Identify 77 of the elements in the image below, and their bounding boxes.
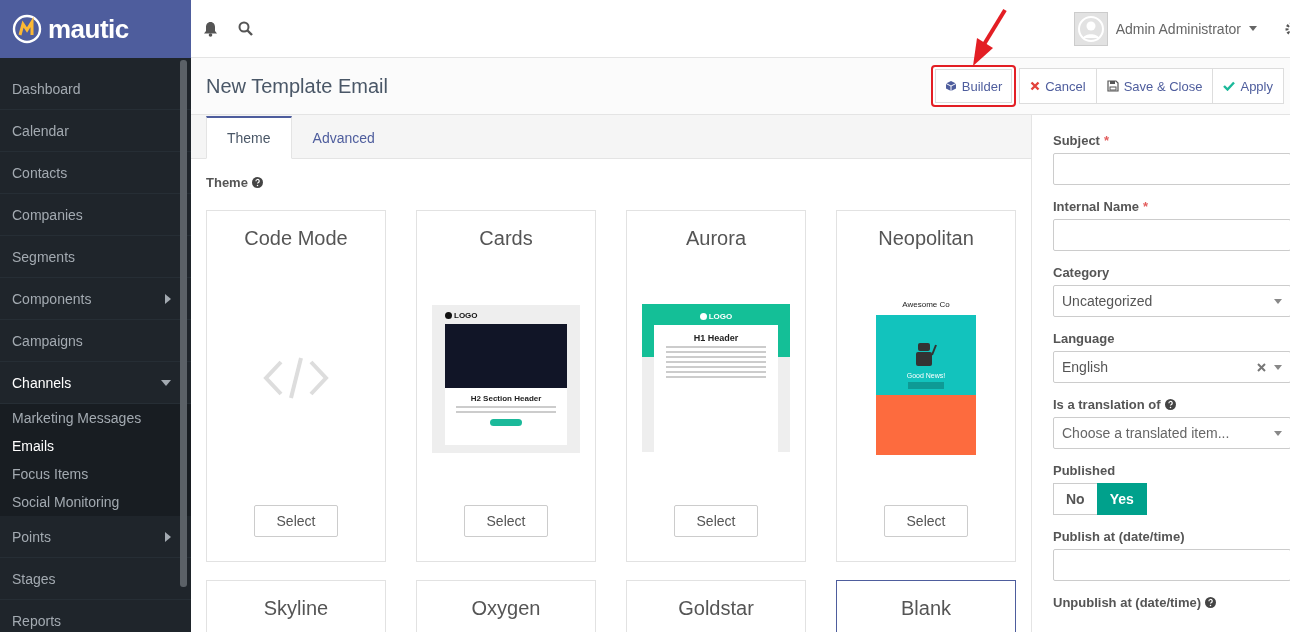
- select-button[interactable]: Select: [463, 505, 549, 537]
- select-button[interactable]: Select: [673, 505, 759, 537]
- theme-card[interactable]: Blank: [836, 580, 1016, 632]
- theme-name: Goldstar: [678, 597, 754, 620]
- required-marker: *: [1103, 133, 1110, 148]
- code-icon: [263, 355, 329, 400]
- scrollbar[interactable]: [180, 60, 187, 587]
- nav-subitem[interactable]: Focus Items: [0, 460, 191, 488]
- caret-down-icon[interactable]: [1249, 26, 1257, 31]
- theme-name: Blank: [901, 597, 951, 620]
- section-label: Theme: [206, 175, 248, 190]
- theme-card[interactable]: Code Mode Select: [206, 210, 386, 562]
- page-title: New Template Email: [206, 74, 389, 98]
- required-marker: *: [1143, 199, 1149, 214]
- theme-card[interactable]: Goldstar: [626, 580, 806, 632]
- theme-card[interactable]: Aurora LOGO H1 Header Select: [626, 210, 806, 562]
- text-field[interactable]: [1053, 219, 1290, 251]
- preview-heading: H1 Header: [693, 332, 739, 343]
- company-name: Awesome Co: [902, 300, 950, 309]
- preview-button: [908, 382, 944, 389]
- theme-name: Cards: [479, 227, 533, 250]
- circle-icon: [699, 312, 707, 320]
- field-label: Internal Name: [1053, 199, 1139, 214]
- action-button[interactable]: Save & Close: [1095, 68, 1214, 104]
- field-label: Subject: [1053, 133, 1100, 148]
- field-label: Is a translation of: [1053, 397, 1161, 412]
- circle-icon: [445, 311, 452, 319]
- cube-icon: [944, 80, 957, 92]
- action-button[interactable]: Apply: [1212, 68, 1284, 104]
- help-icon[interactable]: [1205, 597, 1217, 608]
- nav-subitem[interactable]: Emails: [0, 432, 191, 460]
- theme-card[interactable]: Oxygen: [416, 580, 596, 632]
- field-label: Unpublish at (date/time): [1053, 595, 1202, 610]
- text-field[interactable]: [1053, 153, 1290, 185]
- action-button[interactable]: Builder: [930, 65, 1017, 107]
- clear-icon[interactable]: [1257, 362, 1266, 372]
- logo-text: LOGO: [445, 310, 478, 320]
- field-label: Language: [1053, 331, 1115, 346]
- tab[interactable]: Advanced: [291, 117, 396, 159]
- select-field[interactable]: English: [1053, 351, 1290, 383]
- caret-down-icon: [1274, 298, 1282, 304]
- theme-name: Neopolitan: [878, 227, 974, 250]
- select-button[interactable]: Select: [253, 505, 339, 537]
- tab[interactable]: Theme: [206, 116, 292, 159]
- help-icon[interactable]: [1164, 399, 1176, 410]
- bell-icon[interactable]: [203, 20, 218, 37]
- theme-name: Code Mode: [244, 227, 348, 250]
- save-icon: [1106, 80, 1119, 92]
- theme-card[interactable]: Cards LOGO H2 Section Header Select: [416, 210, 596, 562]
- caret-down-icon: [1274, 364, 1282, 370]
- text-field[interactable]: [1053, 549, 1290, 581]
- help-icon[interactable]: [251, 177, 263, 188]
- preview-button: [490, 418, 522, 426]
- brand-name: mautic: [48, 13, 129, 45]
- field-label: Published: [1053, 463, 1116, 478]
- nav-subitem[interactable]: Marketing Messages: [0, 404, 191, 432]
- field-label: Publish at (date/time): [1053, 529, 1185, 544]
- field-label: Category: [1053, 265, 1110, 280]
- select-field[interactable]: Choose a translated item...: [1053, 417, 1290, 449]
- preview-heading: H2 Section Header: [470, 393, 542, 403]
- toggle-option[interactable]: No: [1053, 483, 1098, 515]
- nav-subitem[interactable]: Social Monitoring: [0, 488, 191, 516]
- select-field[interactable]: Uncategorized: [1053, 285, 1290, 317]
- caret-down-icon: [1274, 430, 1282, 436]
- theme-card[interactable]: Skyline: [206, 580, 386, 632]
- theme-name: Oxygen: [471, 597, 541, 620]
- theme-name: Aurora: [686, 227, 746, 250]
- close-icon: [1030, 81, 1041, 91]
- action-button[interactable]: Cancel: [1019, 68, 1097, 104]
- check-icon: [1223, 81, 1236, 91]
- select-button[interactable]: Select: [883, 505, 969, 537]
- logo-text: LOGO: [699, 311, 733, 321]
- theme-name: Skyline: [263, 597, 329, 620]
- nav-item[interactable]: Reports: [0, 600, 191, 632]
- search-icon[interactable]: [238, 21, 253, 36]
- user-name[interactable]: Admin Administrator: [1115, 20, 1241, 37]
- logo-icon: [12, 14, 42, 44]
